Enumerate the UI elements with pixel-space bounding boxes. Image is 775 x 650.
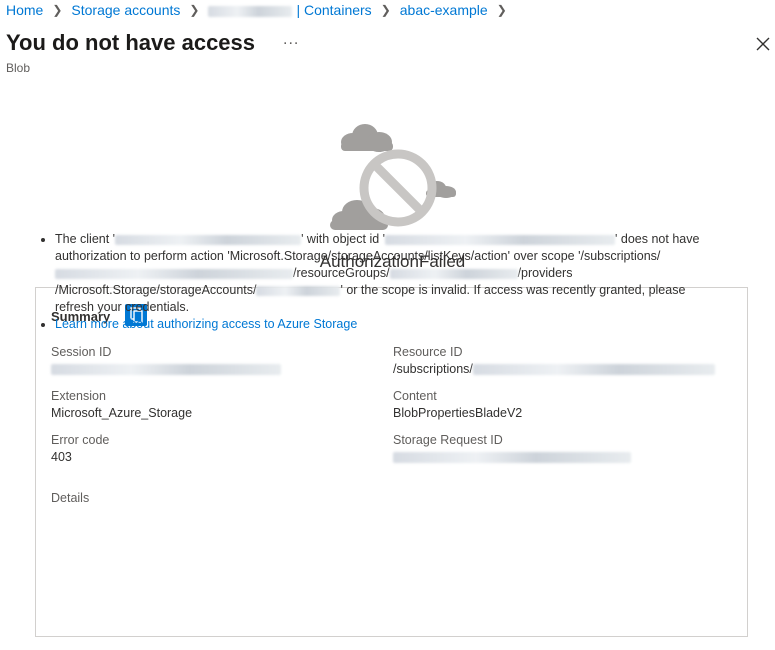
chevron-right-icon: ❯ [189, 3, 200, 17]
session-id-field: Session ID [51, 345, 281, 376]
learn-more-link[interactable]: Learn more about authorizing access to A… [55, 317, 357, 331]
page-subtitle: Blob [6, 61, 31, 75]
redacted-text [389, 268, 518, 279]
storage-request-id-value [393, 450, 631, 464]
close-icon[interactable] [753, 34, 773, 54]
extension-label: Extension [51, 389, 106, 403]
redacted-text [51, 364, 281, 376]
error-code-label: Error code [51, 433, 110, 447]
redacted-text [472, 364, 715, 376]
storage-request-id-label: Storage Request ID [393, 433, 503, 447]
details-message: The client '' with object id '' does not… [55, 231, 715, 316]
breadcrumb-container[interactable]: abac-example [400, 2, 488, 18]
details-label: Details [51, 491, 90, 505]
redacted-text [256, 285, 341, 296]
page-title: You do not have access [6, 30, 256, 55]
resource-id-label: Resource ID [393, 345, 463, 359]
redacted-text [115, 234, 302, 245]
resource-id-value: /subscriptions/ [393, 362, 715, 376]
error-code-value: 403 [51, 450, 72, 464]
session-id-value [51, 362, 281, 376]
details-text: The client ' [55, 232, 116, 246]
redacted-text [55, 268, 293, 279]
extension-value: Microsoft_Azure_Storage [51, 406, 193, 420]
details-text: ' with object id ' [301, 232, 386, 246]
breadcrumb-home[interactable]: Home [6, 2, 43, 18]
content-label: Content [393, 389, 437, 403]
more-options-button[interactable]: ... [283, 31, 299, 49]
no-access-illustration-icon [330, 124, 456, 230]
content-field: Content BlobPropertiesBladeV2 [393, 389, 522, 420]
chevron-right-icon: ❯ [52, 3, 63, 17]
details-text: /resourceGroups/ [293, 266, 390, 280]
details-link-item: Learn more about authorizing access to A… [55, 316, 715, 333]
content-value: BlobPropertiesBladeV2 [393, 406, 523, 420]
session-id-label: Session ID [51, 345, 112, 359]
storage-request-id-field: Storage Request ID [393, 433, 631, 464]
details-list: The client '' with object id '' does not… [39, 231, 715, 333]
redacted-text [385, 234, 616, 245]
chevron-right-icon: ❯ [380, 3, 391, 17]
redacted-text [208, 5, 293, 17]
error-code-field: Error code 403 [51, 433, 109, 464]
chevron-right-icon: ❯ [496, 3, 507, 17]
redacted-text [393, 452, 631, 464]
breadcrumb-containers-label: | Containers [296, 2, 372, 18]
summary-card: Summary Session ID Resource ID /subscrip… [35, 287, 748, 637]
breadcrumb: Home ❯ Storage accounts ❯ | Containers ❯… [6, 2, 516, 18]
resource-id-field: Resource ID /subscriptions/ [393, 345, 715, 376]
breadcrumb-storage-accounts[interactable]: Storage accounts [71, 2, 180, 18]
breadcrumb-storage-account[interactable]: | Containers [208, 2, 372, 18]
resource-id-prefix: /subscriptions/ [393, 362, 473, 376]
extension-field: Extension Microsoft_Azure_Storage [51, 389, 192, 420]
